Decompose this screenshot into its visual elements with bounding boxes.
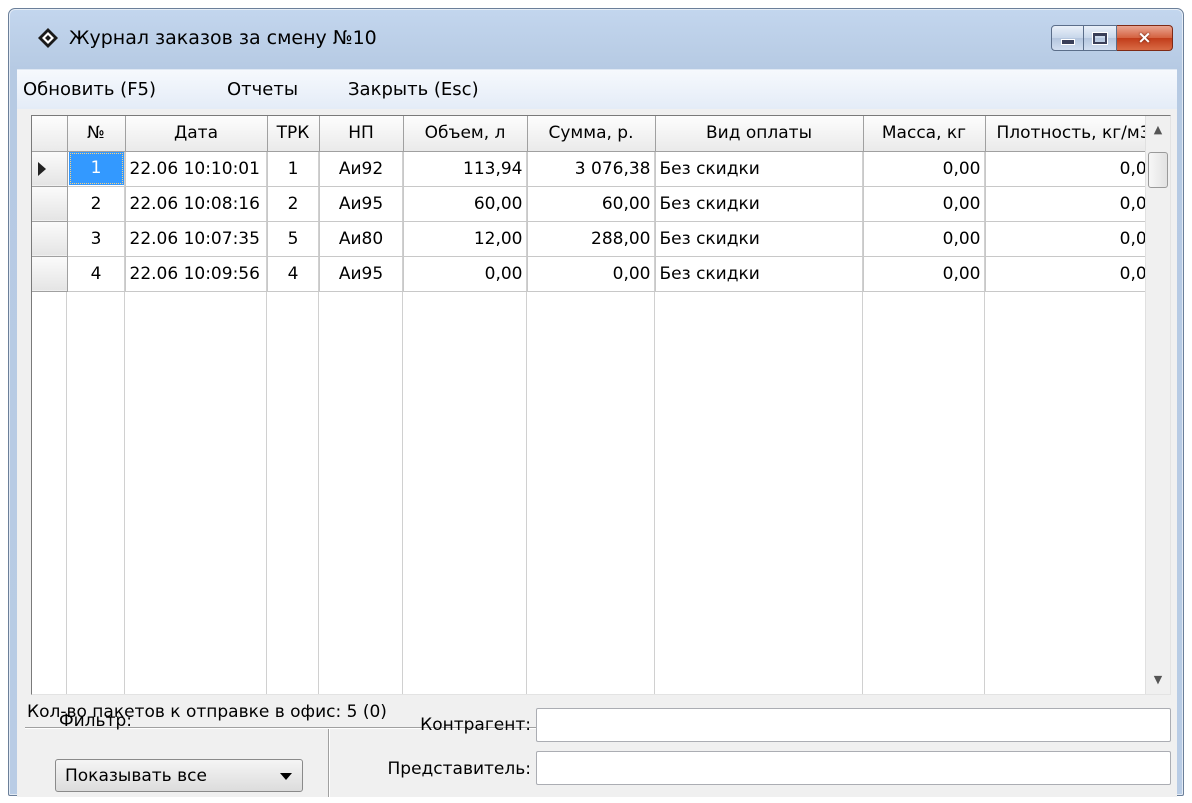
header-mass[interactable]: Масса, кг [863, 116, 986, 152]
cell-trk[interactable]: 4 [267, 256, 320, 292]
cell-payment[interactable]: Без скидки [655, 256, 864, 292]
cell-np[interactable]: Аи80 [319, 221, 404, 257]
cell-date[interactable]: 22.06 10:08:16 [125, 186, 268, 222]
cell-num[interactable]: 1 [67, 151, 126, 187]
cell-mass[interactable]: 0,00 [863, 256, 986, 292]
cell-sum[interactable]: 60,00 [527, 186, 656, 222]
cell-density[interactable]: 0,00 [985, 186, 1163, 222]
row-indicator[interactable] [32, 256, 68, 292]
row-indicator[interactable] [32, 221, 68, 257]
row-indicator[interactable] [32, 151, 68, 187]
cell-mass[interactable]: 0,00 [863, 151, 986, 187]
header-volume[interactable]: Объем, л [403, 116, 528, 152]
cell-volume[interactable]: 12,00 [403, 221, 528, 257]
minimize-icon [1061, 40, 1074, 44]
table-row[interactable]: 2 22.06 10:08:16 2 Аи95 60,00 60,00 Без … [32, 186, 1163, 222]
table-row[interactable]: 1 22.06 10:10:01 1 Аи92 113,94 3 076,38 … [32, 151, 1163, 187]
cell-density[interactable]: 0,00 [985, 256, 1163, 292]
cell-date[interactable]: 22.06 10:10:01 [125, 151, 268, 187]
representative-label: Представитель: [387, 759, 532, 779]
window-controls: × [1051, 25, 1173, 51]
close-icon: × [1137, 27, 1152, 48]
header-np[interactable]: НП [319, 116, 404, 152]
menu-close[interactable]: Закрыть (Esc) [348, 79, 479, 100]
vertical-divider [328, 729, 330, 797]
scroll-thumb[interactable] [1148, 152, 1168, 188]
cell-density[interactable]: 0,00 [985, 151, 1163, 187]
cell-sum[interactable]: 0,00 [527, 256, 656, 292]
filter-label: Фильтр: [59, 711, 132, 731]
diamond-icon [38, 28, 58, 48]
scroll-down-icon[interactable]: ▼ [1146, 666, 1170, 694]
cell-num[interactable]: 2 [67, 186, 126, 222]
row-indicator[interactable] [32, 186, 68, 222]
cell-payment[interactable]: Без скидки [655, 221, 864, 257]
cell-volume[interactable]: 60,00 [403, 186, 528, 222]
current-row-arrow-icon [38, 161, 46, 176]
cell-density[interactable]: 0,00 [985, 221, 1163, 257]
table-row[interactable]: 3 22.06 10:07:35 5 Аи80 12,00 288,00 Без… [32, 221, 1163, 257]
vertical-scrollbar[interactable]: ▲ ▼ [1145, 116, 1170, 694]
client-area: № Дата ТРК НП Объем, л Сумма, р. Вид опл… [17, 109, 1177, 797]
cell-payment[interactable]: Без скидки [655, 151, 864, 187]
header-num[interactable]: № [67, 116, 126, 152]
scroll-up-icon[interactable]: ▲ [1146, 116, 1170, 144]
table-row[interactable]: 4 22.06 10:09:56 4 Аи95 0,00 0,00 Без ск… [32, 256, 1163, 292]
header-sum[interactable]: Сумма, р. [527, 116, 656, 152]
header-indicator [32, 116, 68, 152]
maximize-icon [1093, 32, 1107, 44]
minimize-button[interactable] [1051, 25, 1084, 51]
menu-refresh[interactable]: Обновить (F5) [23, 79, 156, 100]
title-bar[interactable]: Журнал заказов за смену №10 × [9, 9, 1183, 61]
table-header-row: № Дата ТРК НП Объем, л Сумма, р. Вид опл… [32, 116, 1163, 152]
header-payment[interactable]: Вид оплаты [655, 116, 864, 152]
menu-bar: Обновить (F5) Отчеты Закрыть (Esc) [17, 69, 1177, 109]
cell-sum[interactable]: 288,00 [527, 221, 656, 257]
cell-num[interactable]: 3 [67, 221, 126, 257]
cell-trk[interactable]: 5 [267, 221, 320, 257]
cell-date[interactable]: 22.06 10:07:35 [125, 221, 268, 257]
cell-num[interactable]: 4 [67, 256, 126, 292]
header-date[interactable]: Дата [125, 116, 268, 152]
cell-np[interactable]: Аи95 [319, 186, 404, 222]
representative-field[interactable] [536, 751, 1171, 785]
cell-payment[interactable]: Без скидки [655, 186, 864, 222]
header-density[interactable]: Плотность, кг/м3 [985, 116, 1163, 152]
cell-trk[interactable]: 2 [267, 186, 320, 222]
cell-np[interactable]: Аи95 [319, 256, 404, 292]
orders-table: № Дата ТРК НП Объем, л Сумма, р. Вид опл… [32, 116, 1163, 292]
cell-volume[interactable]: 113,94 [403, 151, 528, 187]
cell-np[interactable]: Аи92 [319, 151, 404, 187]
contractor-field[interactable] [536, 708, 1171, 742]
cell-mass[interactable]: 0,00 [863, 186, 986, 222]
maximize-button[interactable] [1084, 25, 1117, 51]
filter-dropdown[interactable]: Показывать все [55, 759, 303, 792]
order-journal-window: Журнал заказов за смену №10 × Обновить (… [8, 8, 1184, 797]
filter-selected-value: Показывать все [65, 766, 207, 786]
contractor-label: Контрагент: [420, 715, 531, 735]
orders-grid[interactable]: № Дата ТРК НП Объем, л Сумма, р. Вид опл… [31, 115, 1171, 695]
window-title: Журнал заказов за смену №10 [69, 27, 377, 49]
cell-mass[interactable]: 0,00 [863, 221, 986, 257]
chevron-down-icon [280, 773, 292, 780]
close-button[interactable]: × [1117, 25, 1173, 51]
menu-reports[interactable]: Отчеты [227, 79, 298, 100]
cell-sum[interactable]: 3 076,38 [527, 151, 656, 187]
cell-trk[interactable]: 1 [267, 151, 320, 187]
cell-volume[interactable]: 0,00 [403, 256, 528, 292]
header-trk[interactable]: ТРК [267, 116, 320, 152]
cell-date[interactable]: 22.06 10:09:56 [125, 256, 268, 292]
